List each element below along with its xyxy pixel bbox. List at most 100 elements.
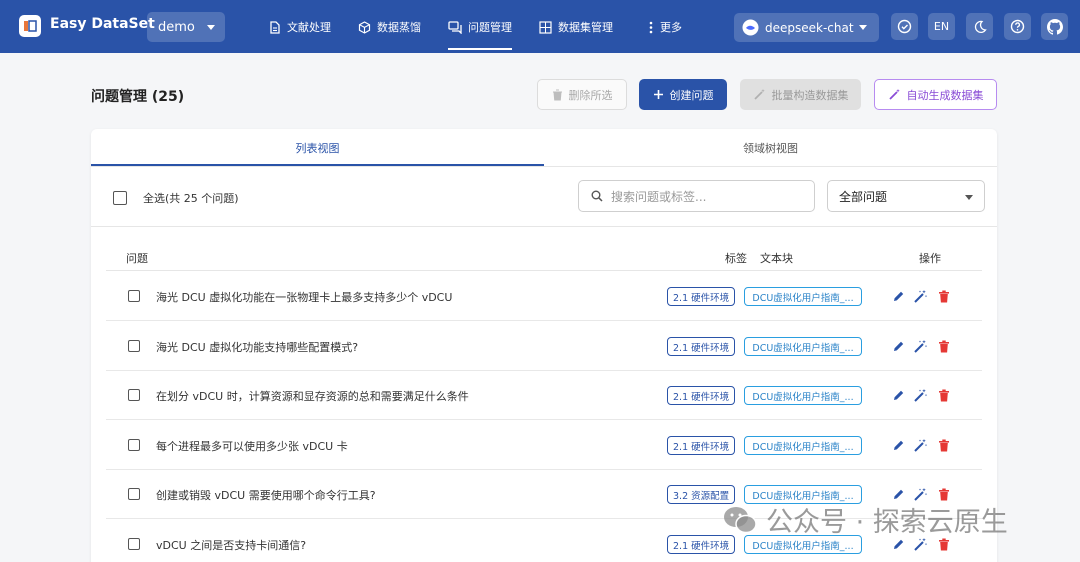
delete-icon[interactable] xyxy=(936,288,952,304)
row-checkbox[interactable] xyxy=(128,488,140,500)
search-icon xyxy=(591,190,603,202)
tab-domain-tree-view[interactable]: 领域树视图 xyxy=(544,129,997,166)
magic-wand-icon[interactable] xyxy=(912,288,928,304)
grid-icon xyxy=(539,20,552,34)
table-row[interactable]: 海光 DCU 虚拟化功能支持哪些配置模式? 2.1 硬件环境 DCU虚拟化用户指南_… xyxy=(106,322,982,371)
question-text: 海光 DCU 虚拟化功能支持哪些配置模式? xyxy=(156,341,359,354)
auto-generate-dataset-button[interactable]: 自动生成数据集 xyxy=(874,79,997,110)
question-text: 海光 DCU 虚拟化功能在一张物理卡上最多支持多少个 vDCU xyxy=(156,291,453,304)
chevron-down-icon xyxy=(965,195,973,200)
row-checkbox[interactable] xyxy=(128,439,140,451)
delete-selected-button[interactable]: 删除所选 xyxy=(537,79,627,110)
tab-list-view[interactable]: 列表视图 xyxy=(91,129,544,166)
chunk-chip[interactable]: DCU虚拟化用户指南_... xyxy=(744,287,862,306)
chunk-chip[interactable]: DCU虚拟化用户指南_... xyxy=(744,337,862,356)
row-checkbox[interactable] xyxy=(128,340,140,352)
more-vertical-icon xyxy=(649,21,653,33)
divider xyxy=(91,226,997,227)
question-text: 在划分 vDCU 时，计算资源和显存资源的总和需要满足什么条件 xyxy=(156,390,469,403)
search-placeholder: 搜索问题或标签... xyxy=(611,189,707,204)
chunk-chip[interactable]: DCU虚拟化用户指南_... xyxy=(744,436,862,455)
tab-label: 领域树视图 xyxy=(743,141,798,155)
question-text: 每个进程最多可以使用多少张 vDCU 卡 xyxy=(156,440,348,453)
check-circle-icon xyxy=(897,19,912,34)
help-icon xyxy=(1010,19,1025,34)
row-checkbox[interactable] xyxy=(128,290,140,302)
document-icon xyxy=(270,20,280,34)
page-title: 问题管理 (25) xyxy=(91,89,185,105)
divider xyxy=(91,166,997,167)
select-all-checkbox[interactable] xyxy=(113,191,127,205)
nav-item-label: 问题管理 xyxy=(468,21,512,34)
column-header-chunk: 文本块 xyxy=(760,252,793,265)
create-question-label: 创建问题 xyxy=(669,88,714,102)
magic-wand-icon[interactable] xyxy=(912,338,928,354)
edit-icon[interactable] xyxy=(890,338,906,354)
language-button[interactable]: EN xyxy=(928,13,955,40)
chevron-down-icon xyxy=(207,25,215,30)
chat-icon xyxy=(448,20,462,34)
cube-icon xyxy=(358,20,371,34)
trash-icon xyxy=(552,89,562,100)
row-checkbox[interactable] xyxy=(128,389,140,401)
edit-icon[interactable] xyxy=(890,288,906,304)
nav-item-label: 文献处理 xyxy=(287,21,331,34)
nav-item-more[interactable]: 更多 xyxy=(648,13,682,41)
row-checkbox[interactable] xyxy=(128,538,140,550)
column-header-operations: 操作 xyxy=(919,252,941,265)
delete-icon[interactable] xyxy=(936,338,952,354)
github-button[interactable] xyxy=(1041,13,1068,40)
app-name[interactable]: Easy DataSet xyxy=(50,16,155,32)
nav-item-datasets[interactable]: 数据集管理 xyxy=(539,13,613,41)
nav-item-label: 数据蒸馏 xyxy=(377,21,421,34)
create-question-button[interactable]: 创建问题 xyxy=(639,79,727,110)
edit-icon[interactable] xyxy=(890,387,906,403)
select-all[interactable]: 全选(共 25 个问题) xyxy=(113,190,239,206)
magic-wand-icon xyxy=(888,89,900,100)
app-logo xyxy=(19,15,41,37)
search-input[interactable]: 搜索问题或标签... xyxy=(578,180,815,212)
edit-icon[interactable] xyxy=(890,437,906,453)
delete-selected-label: 删除所选 xyxy=(568,88,613,102)
nav-item-label: 数据集管理 xyxy=(558,21,613,34)
moon-icon xyxy=(974,20,987,33)
tag-chip[interactable]: 2.1 硬件环境 xyxy=(667,386,736,405)
filter-value: 全部问题 xyxy=(839,189,888,204)
task-status-button[interactable] xyxy=(891,13,918,40)
project-select[interactable]: demo xyxy=(147,12,225,42)
nav-item-questions[interactable]: 问题管理 xyxy=(448,13,512,50)
tag-chip[interactable]: 2.1 硬件环境 xyxy=(667,337,736,356)
nav-item-distill[interactable]: 数据蒸馏 xyxy=(358,13,421,41)
theme-toggle-button[interactable] xyxy=(966,13,993,40)
column-header-question: 问题 xyxy=(126,252,148,265)
magic-wand-icon[interactable] xyxy=(912,437,928,453)
github-icon xyxy=(1046,18,1063,35)
question-text: 创建或销毁 vDCU 需要使用哪个命令行工具? xyxy=(156,489,376,502)
top-navbar: Easy DataSet demo 文献处理 数据蒸馏 问题管理 数据集管理 更… xyxy=(0,0,1080,53)
column-header-tag: 标签 xyxy=(725,252,747,265)
delete-icon[interactable] xyxy=(936,437,952,453)
questions-card: 列表视图 领域树视图 全选(共 25 个问题) 搜索问题或标签... 全部问题 … xyxy=(91,129,997,562)
chevron-down-icon xyxy=(859,25,867,30)
chunk-chip[interactable]: DCU虚拟化用户指南_... xyxy=(744,386,862,405)
language-label: EN xyxy=(933,20,950,33)
plus-icon xyxy=(653,90,663,99)
magic-wand-icon xyxy=(753,89,765,100)
question-filter-select[interactable]: 全部问题 xyxy=(827,180,985,212)
help-button[interactable] xyxy=(1004,13,1031,40)
auto-generate-dataset-label: 自动生成数据集 xyxy=(906,88,984,102)
magic-wand-icon[interactable] xyxy=(912,387,928,403)
model-select-value: deepseek-chat xyxy=(765,20,854,35)
table-row[interactable]: 在划分 vDCU 时，计算资源和显存资源的总和需要满足什么条件 2.1 硬件环境 D… xyxy=(106,371,982,420)
wechat-icon xyxy=(724,506,757,533)
table-row[interactable]: 每个进程最多可以使用多少张 vDCU 卡 2.1 硬件环境 DCU虚拟化用户指南_.… xyxy=(106,421,982,470)
delete-icon[interactable] xyxy=(936,387,952,403)
nav-item-literature[interactable]: 文献处理 xyxy=(269,13,331,41)
model-select[interactable]: deepseek-chat xyxy=(734,13,879,42)
tag-chip[interactable]: 2.1 硬件环境 xyxy=(667,436,736,455)
question-text: vDCU 之间是否支持卡间通信? xyxy=(156,539,307,552)
batch-build-dataset-button[interactable]: 批量构造数据集 xyxy=(740,79,861,110)
table-row[interactable]: 海光 DCU 虚拟化功能在一张物理卡上最多支持多少个 vDCU 2.1 硬件环境 D… xyxy=(106,272,982,321)
watermark-text: 公众号 · 探索云原生 xyxy=(766,507,1008,538)
tag-chip[interactable]: 2.1 硬件环境 xyxy=(667,287,736,306)
